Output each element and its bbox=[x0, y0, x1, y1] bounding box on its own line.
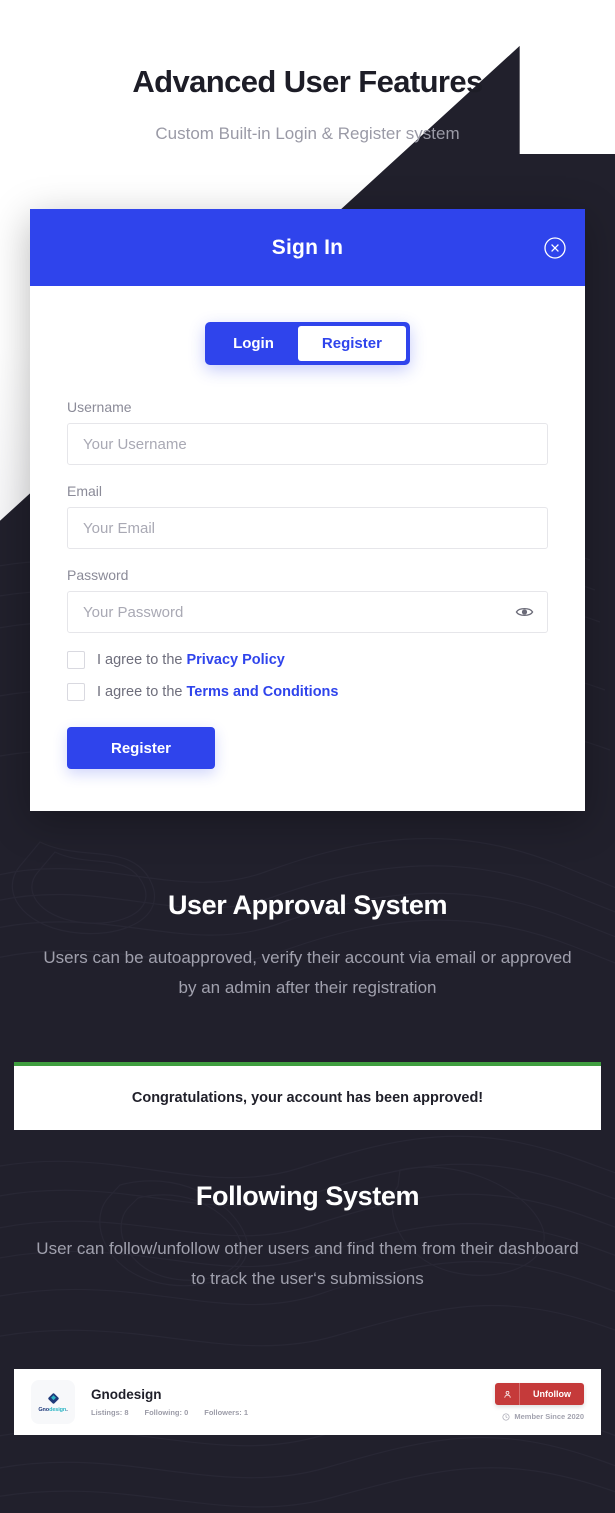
close-circle-icon[interactable] bbox=[542, 235, 568, 261]
eye-icon[interactable] bbox=[515, 603, 534, 622]
email-input-wrap bbox=[67, 507, 548, 549]
modal-title: Sign In bbox=[271, 235, 344, 259]
diamond-logo-icon bbox=[47, 1392, 59, 1404]
password-input[interactable] bbox=[67, 591, 548, 633]
modal-header: Sign In bbox=[30, 209, 585, 286]
stat-followers: Followers: 1 bbox=[204, 1408, 249, 1418]
signin-modal: Sign In Login Register Username Your Use… bbox=[30, 209, 585, 811]
modal-body: Login Register Username Email Pas bbox=[30, 286, 585, 811]
following-system-section: Following System User can follow/unfollo… bbox=[0, 1181, 615, 1294]
terms-conditions-text: I agree to the Terms and Conditions bbox=[97, 684, 338, 700]
approval-banner-text: Congratulations, your account has been a… bbox=[131, 1090, 484, 1106]
profile-name: Gnodesign bbox=[91, 1386, 162, 1402]
privacy-policy-text: I agree to the Privacy Policy bbox=[97, 652, 285, 668]
email-label: Email bbox=[67, 483, 103, 499]
tab-register[interactable]: Register bbox=[297, 326, 406, 361]
privacy-policy-row[interactable]: I agree to the Privacy Policy bbox=[67, 651, 548, 669]
privacy-policy-prefix: I agree to the bbox=[97, 652, 187, 668]
profile-info: Gnodesign Listings: 8 Following: 0 Follo… bbox=[91, 1387, 495, 1417]
username-field-group: Username bbox=[67, 399, 548, 465]
page-title: Advanced User Features bbox=[132, 64, 483, 99]
email-input[interactable] bbox=[67, 507, 548, 549]
member-since: Member Since 2020 bbox=[502, 1412, 584, 1421]
username-input[interactable] bbox=[67, 423, 548, 465]
username-label: Username bbox=[67, 399, 132, 415]
register-button[interactable]: Register bbox=[67, 727, 215, 769]
email-field-group: Email bbox=[67, 483, 548, 549]
profile-stats: Listings: 8 Following: 0 Followers: 1 bbox=[91, 1408, 495, 1417]
avatar-wordmark: Gnodesign. bbox=[38, 1406, 68, 1413]
user-approval-section: User Approval System Users can be autoap… bbox=[0, 890, 615, 1003]
following-system-title: Following System bbox=[195, 1181, 420, 1211]
approval-banner: Congratulations, your account has been a… bbox=[14, 1062, 601, 1130]
unfollow-label: Unfollow bbox=[533, 1389, 571, 1399]
username-input-wrap bbox=[67, 423, 548, 465]
following-system-subtitle: User can follow/unfollow other users and… bbox=[36, 1239, 579, 1288]
privacy-policy-checkbox[interactable] bbox=[67, 651, 85, 669]
user-icon bbox=[495, 1383, 520, 1405]
terms-conditions-link[interactable]: Terms and Conditions bbox=[186, 684, 338, 700]
password-label: Password bbox=[67, 567, 129, 583]
stat-listings: Listings: 8 bbox=[91, 1408, 129, 1418]
stat-following: Following: 0 bbox=[144, 1408, 189, 1418]
member-since-label: Member Since 2020 bbox=[514, 1412, 584, 1421]
page-root: Advanced User Features Custom Built-in L… bbox=[0, 0, 615, 1513]
privacy-policy-link[interactable]: Privacy Policy bbox=[186, 652, 284, 668]
user-approval-title: User Approval System bbox=[167, 890, 448, 920]
terms-conditions-row[interactable]: I agree to the Terms and Conditions bbox=[67, 683, 548, 701]
password-input-wrap bbox=[67, 591, 548, 633]
terms-conditions-prefix: I agree to the bbox=[97, 684, 187, 700]
auth-tabs-group: Login Register bbox=[205, 322, 410, 365]
unfollow-button[interactable]: Unfollow bbox=[495, 1383, 584, 1405]
user-approval-subtitle: Users can be autoapproved, verify their … bbox=[43, 948, 572, 997]
avatar: Gnodesign. bbox=[31, 1380, 75, 1424]
tab-login[interactable]: Login bbox=[209, 326, 298, 361]
password-field-group: Password bbox=[67, 567, 548, 633]
user-profile-card: Gnodesign. Gnodesign Listings: 8 Followi… bbox=[14, 1369, 601, 1435]
auth-tabs: Login Register bbox=[67, 322, 548, 365]
clock-icon bbox=[502, 1413, 510, 1420]
hero-section: Advanced User Features Custom Built-in L… bbox=[0, 0, 615, 145]
profile-actions: Unfollow Member Since 2020 bbox=[495, 1383, 584, 1421]
terms-conditions-checkbox[interactable] bbox=[67, 683, 85, 701]
page-subtitle: Custom Built-in Login & Register system bbox=[155, 124, 460, 144]
